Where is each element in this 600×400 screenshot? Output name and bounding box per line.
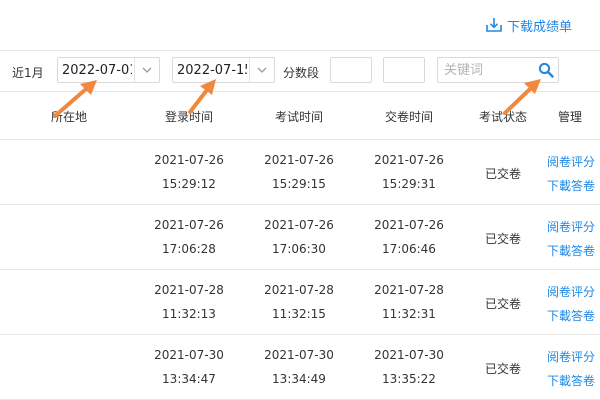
search-button[interactable] [534, 58, 558, 82]
keyword-search [437, 57, 559, 83]
exam-date: 2021-07-30 [264, 348, 334, 362]
grade-paper-link[interactable]: 阅卷评分 [547, 218, 595, 235]
score-range-label: 分数段 [283, 66, 320, 80]
exam-clock: 17:06:30 [272, 242, 326, 256]
column-header-exam-status: 考试状态 [478, 110, 528, 124]
column-header-location: 所在地 [50, 110, 88, 124]
keyword-input[interactable] [438, 58, 534, 82]
end-date-dropdown[interactable] [249, 58, 274, 82]
filter-bar: 近1月 分数段 [0, 51, 600, 91]
login-clock: 15:29:12 [162, 177, 216, 191]
start-date-picker[interactable] [57, 57, 160, 83]
status-badge: 已交卷 [484, 167, 522, 181]
table-row: 2021-07-28 11:32:13 2021-07-28 11:32:15 … [0, 270, 600, 335]
status-badge: 已交卷 [484, 362, 522, 376]
submit-date: 2021-07-26 [374, 218, 444, 232]
end-date-picker[interactable] [172, 57, 275, 83]
score-min-input[interactable] [330, 57, 372, 83]
recent-month-label[interactable]: 近1月 [12, 64, 44, 81]
chevron-down-icon [257, 67, 267, 73]
download-answer-link[interactable]: 下載答卷 [547, 242, 595, 259]
table-header: 所在地 登录时间 考试时间 交卷时间 考试状态 管理 [0, 92, 600, 140]
submit-clock: 11:32:31 [382, 307, 436, 321]
start-date-dropdown[interactable] [134, 58, 159, 82]
grade-paper-link[interactable]: 阅卷评分 [547, 283, 595, 300]
exam-records-table: 所在地 登录时间 考试时间 交卷时间 考试状态 管理 2021-07-26 15… [0, 92, 600, 400]
exam-date: 2021-07-26 [264, 218, 334, 232]
column-header-exam-time: 考试时间 [274, 110, 324, 124]
start-date-input[interactable] [58, 58, 136, 82]
grade-paper-link[interactable]: 阅卷评分 [547, 153, 595, 170]
submit-date: 2021-07-30 [374, 348, 444, 362]
grade-paper-link[interactable]: 阅卷评分 [547, 348, 595, 365]
exam-date: 2021-07-26 [264, 153, 334, 167]
login-date: 2021-07-28 [154, 283, 224, 297]
table-row: 2021-07-26 17:06:28 2021-07-26 17:06:30 … [0, 205, 600, 270]
download-transcript-link[interactable]: 下载成绩单 [485, 14, 572, 36]
login-date: 2021-07-26 [154, 218, 224, 232]
score-max-input[interactable] [383, 57, 425, 83]
download-answer-link[interactable]: 下載答卷 [547, 372, 595, 389]
end-date-input[interactable] [173, 58, 251, 82]
submit-clock: 17:06:46 [382, 242, 436, 256]
exam-clock: 15:29:15 [272, 177, 326, 191]
download-transcript-label: 下载成绩单 [506, 19, 572, 35]
login-clock: 11:32:13 [162, 307, 216, 321]
table-row: 2021-07-30 13:34:47 2021-07-30 13:34:49 … [0, 335, 600, 400]
column-header-submit-time: 交卷时间 [384, 110, 434, 124]
submit-clock: 15:29:31 [382, 177, 436, 191]
status-badge: 已交卷 [484, 297, 522, 311]
table-row: 2021-07-26 15:29:12 2021-07-26 15:29:15 … [0, 140, 600, 205]
chevron-down-icon [142, 67, 152, 73]
exam-date: 2021-07-28 [264, 283, 334, 297]
search-icon [538, 62, 554, 78]
login-clock: 17:06:28 [162, 242, 216, 256]
top-bar: 下载成绩单 [0, 0, 600, 50]
column-header-manage: 管理 [557, 110, 583, 124]
status-badge: 已交卷 [484, 232, 522, 246]
login-date: 2021-07-30 [154, 348, 224, 362]
column-header-login-time: 登录时间 [164, 110, 214, 124]
submit-clock: 13:35:22 [382, 372, 436, 386]
exam-clock: 13:34:49 [272, 372, 326, 386]
download-answer-link[interactable]: 下載答卷 [547, 177, 595, 194]
download-answer-link[interactable]: 下載答卷 [547, 307, 595, 324]
submit-date: 2021-07-26 [374, 153, 444, 167]
download-icon [486, 18, 502, 32]
login-clock: 13:34:47 [162, 372, 216, 386]
exam-clock: 11:32:15 [272, 307, 326, 321]
submit-date: 2021-07-28 [374, 283, 444, 297]
login-date: 2021-07-26 [154, 153, 224, 167]
